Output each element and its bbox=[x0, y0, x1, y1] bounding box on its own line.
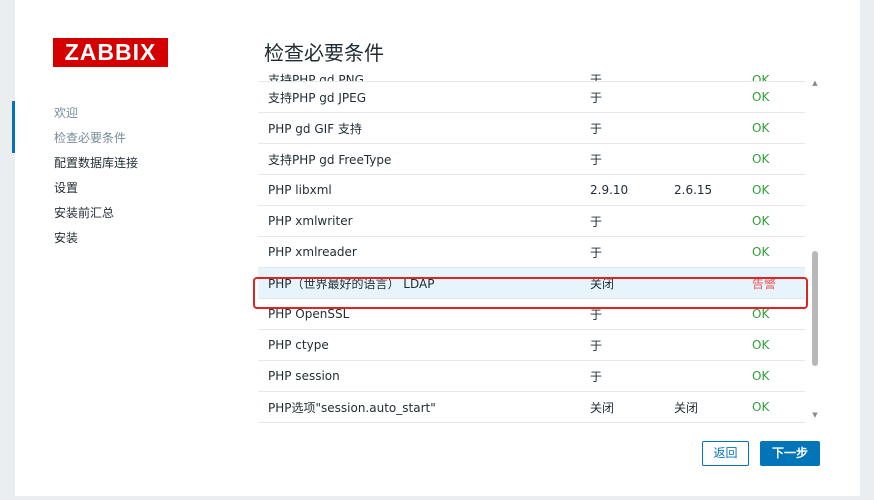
table-row: PHP OpenSSL 于 OK bbox=[258, 299, 805, 330]
status-label: OK bbox=[752, 121, 770, 135]
requirement-name: PHP gd GIF 支持 bbox=[268, 121, 362, 136]
status-label: OK bbox=[752, 90, 770, 104]
status-label: OK bbox=[752, 400, 770, 414]
current-value: 关闭 bbox=[590, 400, 615, 415]
scrollbar-thumb[interactable] bbox=[812, 251, 818, 366]
requirement-name: PHP session bbox=[268, 369, 340, 383]
next-step-button[interactable]: 下一步 bbox=[760, 441, 820, 466]
requirement-name: 支持PHP gd FreeType bbox=[268, 152, 392, 167]
current-value: 于 bbox=[590, 307, 603, 322]
current-value: 于 bbox=[590, 152, 603, 167]
required-value: 2.6.15 bbox=[674, 183, 713, 197]
table-row: 支持PHP gd JPEG 于 OK bbox=[258, 82, 805, 113]
requirement-name-text: 支持PHP gd PNG bbox=[268, 73, 364, 82]
status-label: OK bbox=[752, 338, 770, 352]
required-value bbox=[664, 299, 742, 330]
required-value bbox=[664, 206, 742, 237]
step-pre-install-summary: 安装前汇总 bbox=[54, 206, 115, 220]
status-label: OK bbox=[752, 307, 770, 321]
step-check-prerequisites: 检查必要条件 bbox=[54, 131, 127, 145]
current-value: 关闭 bbox=[590, 276, 615, 291]
table-row: 支持PHP gd FreeType 于 OK bbox=[258, 144, 805, 175]
status-label-text: OK bbox=[752, 73, 770, 82]
status-label: OK bbox=[742, 70, 805, 82]
table-row: PHP libxml 2.9.10 2.6.15 OK bbox=[258, 175, 805, 206]
table-row: PHP ctype 于 OK bbox=[258, 330, 805, 361]
page-title: 检查必要条件 bbox=[264, 41, 384, 65]
required-value bbox=[664, 113, 742, 144]
triangle-down-icon[interactable]: ▼ bbox=[811, 410, 819, 420]
step-welcome: 欢迎 bbox=[54, 106, 79, 120]
status-label: OK bbox=[752, 369, 770, 383]
required-value bbox=[664, 268, 742, 299]
required-value bbox=[664, 330, 742, 361]
requirement-name: PHP OpenSSL bbox=[268, 307, 350, 321]
current-value: 于 bbox=[590, 369, 603, 384]
prerequisites-table-container[interactable]: 支持PHP gd PNG 于 OK 支持PHP gd JPEG 于 OK PHP gd GI… bbox=[258, 70, 833, 428]
requirement-name: PHP（世界最好的语言） LDAP bbox=[268, 276, 435, 291]
requirement-name: PHP ctype bbox=[268, 338, 329, 352]
requirement-name: PHP选项"session.auto_start" bbox=[268, 400, 436, 415]
requirement-name: 支持PHP gd JPEG bbox=[268, 90, 367, 105]
status-label: OK bbox=[752, 245, 770, 259]
current-value: 于 bbox=[590, 90, 603, 105]
status-label: 告警 bbox=[752, 276, 777, 291]
setup-steps-nav: 欢迎 检查必要条件 配置数据库连接 设置 安装前汇总 安装 bbox=[0, 101, 200, 251]
table-row: PHP选项"session.auto_start" 关闭 关闭 OK bbox=[258, 392, 805, 423]
requirement-name: PHP libxml bbox=[268, 183, 332, 197]
table-row: PHP（世界最好的语言） LDAP 关闭 告警 bbox=[258, 267, 805, 299]
triangle-up-icon[interactable]: ▲ bbox=[811, 78, 819, 88]
required-value bbox=[664, 361, 742, 392]
requirement-name: PHP xmlreader bbox=[268, 245, 357, 259]
required-value bbox=[664, 70, 742, 82]
table-row: PHP xmlreader 于 OK bbox=[258, 237, 805, 268]
back-button[interactable]: 返回 bbox=[702, 441, 749, 466]
current-value: 2.9.10 bbox=[590, 183, 629, 197]
table-row: PHP gd GIF 支持 于 OK bbox=[258, 113, 805, 144]
current-value: 于 bbox=[590, 121, 603, 136]
table-row: PHP xmlwriter 于 OK bbox=[258, 206, 805, 237]
status-label: OK bbox=[752, 183, 770, 197]
table-scrollbar[interactable]: ▲ ▼ bbox=[808, 74, 822, 424]
prerequisites-table: 支持PHP gd PNG 于 OK 支持PHP gd JPEG 于 OK PHP gd GI… bbox=[258, 70, 805, 423]
current-value: 于 bbox=[590, 245, 603, 260]
status-label: OK bbox=[752, 214, 770, 228]
current-value-text: 于 bbox=[590, 73, 603, 82]
step-settings: 设置 bbox=[54, 181, 79, 195]
step-install: 安装 bbox=[54, 231, 79, 245]
required-value: 关闭 bbox=[674, 400, 699, 415]
status-label: OK bbox=[752, 152, 770, 166]
required-value bbox=[664, 82, 742, 113]
table-row: 支持PHP gd PNG 于 OK bbox=[258, 70, 805, 82]
step-configure-db: 配置数据库连接 bbox=[54, 156, 139, 170]
required-value bbox=[664, 144, 742, 175]
requirement-name: PHP xmlwriter bbox=[268, 214, 353, 228]
table-row: PHP session 于 OK bbox=[258, 361, 805, 392]
current-value: 于 bbox=[590, 338, 603, 353]
requirement-name: 支持PHP gd PNG bbox=[258, 70, 580, 82]
required-value bbox=[664, 237, 742, 268]
current-value: 于 bbox=[590, 214, 603, 229]
current-value: 于 bbox=[580, 70, 664, 82]
zabbix-logo: ZABBIX bbox=[53, 38, 168, 67]
